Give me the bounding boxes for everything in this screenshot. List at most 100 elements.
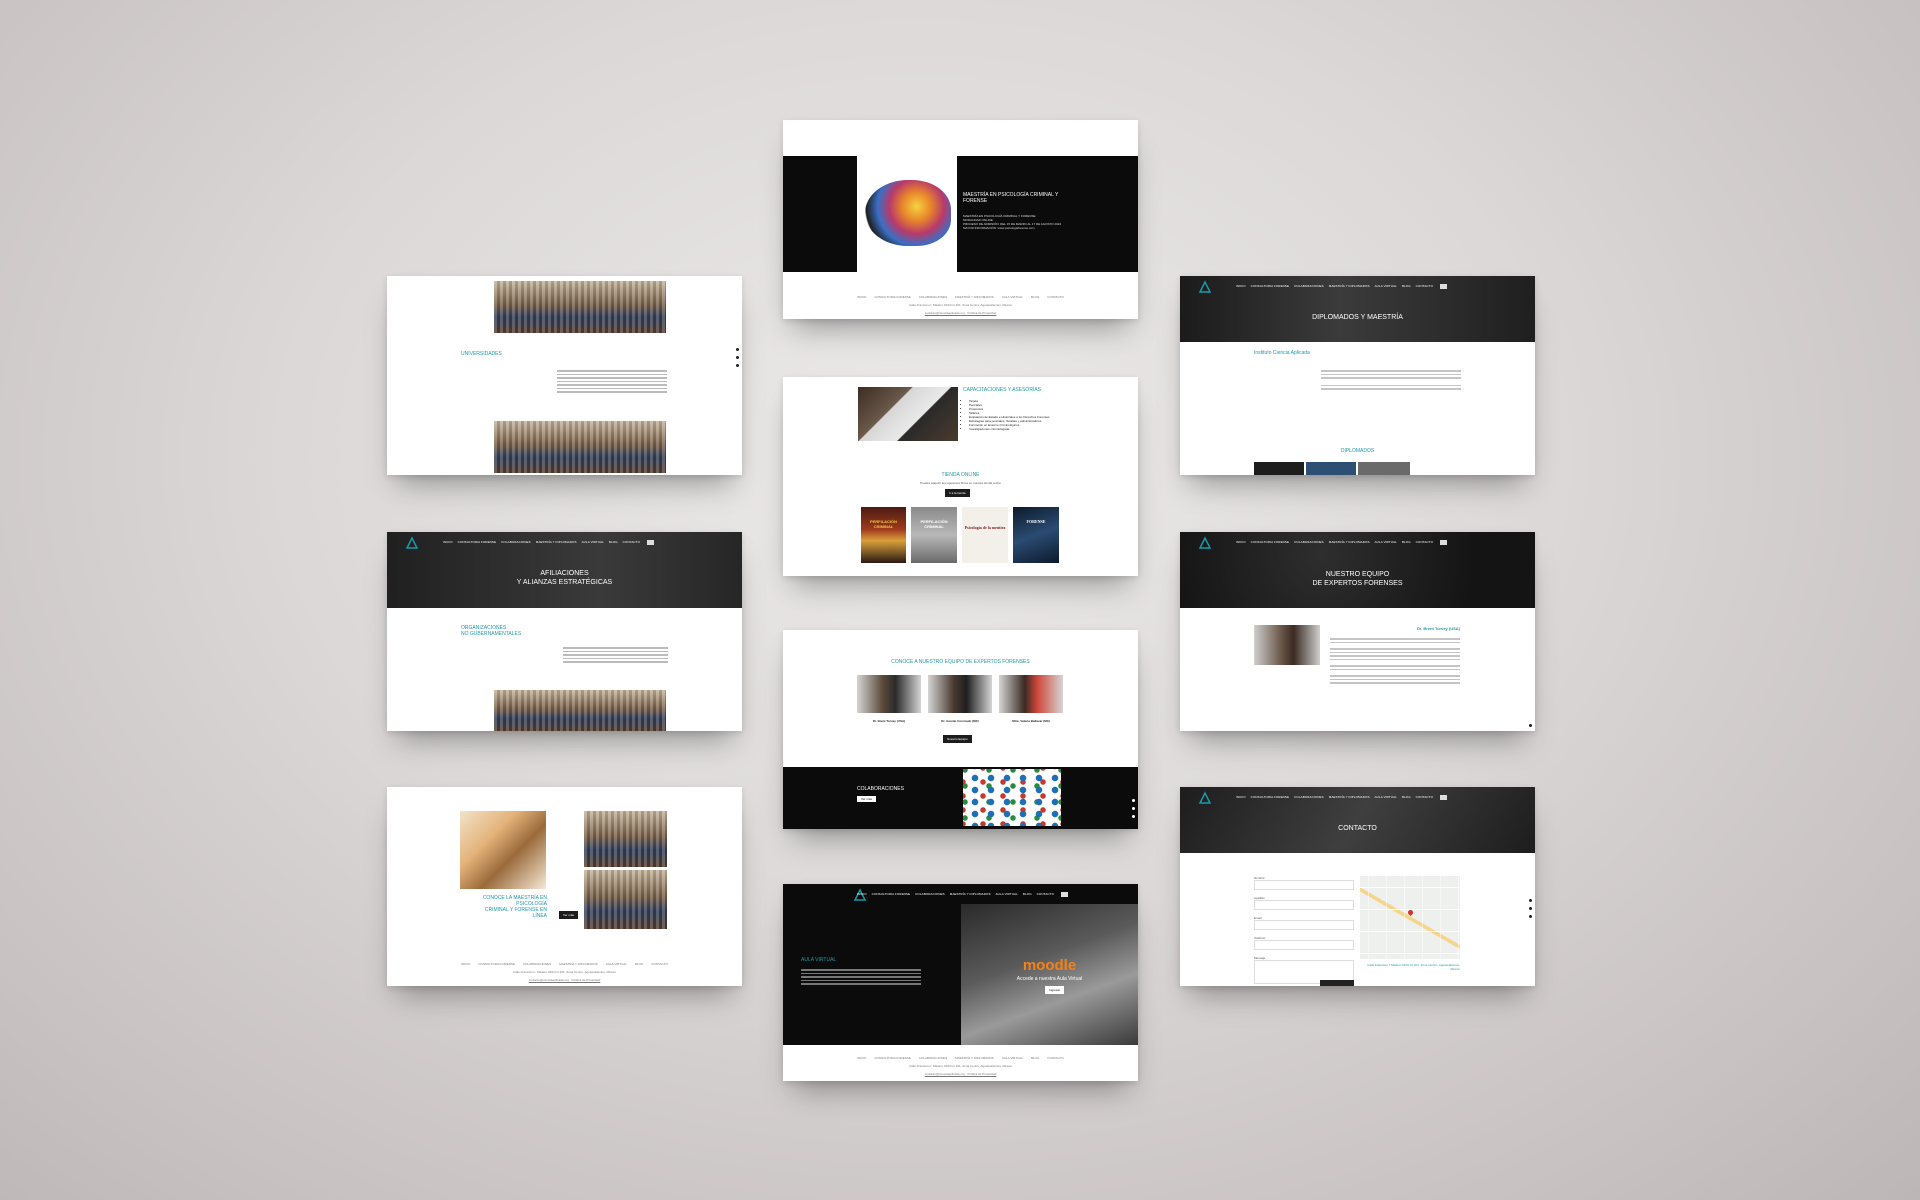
expert-photo[interactable] (999, 675, 1063, 713)
slider-dot[interactable] (1132, 807, 1135, 810)
expert-name: Mtra. Valeria Baltazar (MX) (1012, 719, 1050, 723)
slider-dot[interactable] (736, 364, 739, 367)
footer-email[interactable]: contacto@cienciaaplicada.org · Política … (387, 978, 742, 982)
nav-item[interactable]: INICIO (1236, 795, 1246, 799)
login-button[interactable]: Ingresar (1045, 986, 1065, 994)
slider-dot[interactable] (1529, 899, 1532, 902)
nav-item[interactable]: AULA VIRTUAL (582, 540, 604, 544)
nav-item[interactable]: INICIO (443, 540, 453, 544)
collab-button[interactable]: Ver más (857, 796, 877, 802)
more-button[interactable]: Ver más (559, 911, 579, 919)
name-input[interactable] (1254, 880, 1354, 890)
footer-link[interactable]: COLABORACIONES (523, 962, 551, 966)
nav-item[interactable]: AULA VIRTUAL (996, 892, 1018, 896)
nav-item[interactable]: BLOG (609, 540, 618, 544)
slider-dot[interactable] (1132, 815, 1135, 818)
footer-link[interactable]: COLABORACIONES (919, 1056, 947, 1060)
course-thumbnail[interactable] (1254, 462, 1304, 475)
language-switch[interactable] (1440, 539, 1447, 545)
submit-button[interactable] (1320, 980, 1354, 986)
aula-text (801, 967, 921, 987)
course-thumbnail[interactable] (1358, 462, 1410, 475)
nav-item[interactable]: MAESTRÍA Y DIPLOMADOS (1329, 795, 1370, 799)
slider-dot[interactable] (1132, 799, 1135, 802)
nav-item[interactable]: COLABORACIONES (915, 892, 945, 896)
scroll-up-icon[interactable] (1529, 724, 1532, 727)
footer-link[interactable]: BLOG (635, 962, 643, 966)
expert-photo[interactable] (928, 675, 992, 713)
nav-item[interactable]: CONTACTO (1416, 540, 1433, 544)
book-cover[interactable]: PERFILACIÓN CRIMINAL (861, 507, 906, 563)
footer-link[interactable]: MAESTRÍA Y DIPLOMADOS (955, 295, 994, 299)
email-input[interactable] (1254, 920, 1354, 930)
slider-dot[interactable] (1529, 915, 1532, 918)
footer-link[interactable]: CONTACTO (651, 962, 668, 966)
nav-item[interactable]: INICIO (1236, 284, 1246, 288)
nav-item[interactable]: CONTACTO (1416, 795, 1433, 799)
footer-link[interactable]: MAESTRÍA Y DIPLOMADOS (559, 962, 598, 966)
nav-item[interactable]: CONSULTORIA FORENSE (1251, 540, 1289, 544)
nav-item[interactable]: INICIO (1236, 540, 1246, 544)
footer-link[interactable]: CONTACTO (1047, 295, 1064, 299)
map-embed[interactable] (1360, 876, 1460, 959)
footer-link[interactable]: CONTACTO (1047, 1056, 1064, 1060)
nav-item[interactable]: CONTACTO (1037, 892, 1054, 896)
footer-link[interactable]: CONSULTORIA FORENSE (874, 295, 911, 299)
slider-dot[interactable] (1529, 907, 1532, 910)
nav-item[interactable]: MAESTRÍA Y DIPLOMADOS (1329, 540, 1370, 544)
footer-link[interactable]: COLABORACIONES (919, 295, 947, 299)
footer-link[interactable]: INICIO (857, 1056, 866, 1060)
nav-item[interactable]: CONSULTORIA FORENSE (1251, 795, 1289, 799)
language-switch[interactable] (1061, 891, 1068, 897)
footer-link[interactable]: BLOG (1031, 295, 1039, 299)
nav-item[interactable]: BLOG (1402, 284, 1411, 288)
nav-item[interactable]: CONSULTORIA FORENSE (872, 892, 910, 896)
store-button[interactable]: Ir a la tienda (945, 489, 970, 497)
lastname-input[interactable] (1254, 900, 1354, 910)
footer-address: Calle Francisco I. Madero #103 Int 201, … (908, 303, 1013, 307)
footer-email[interactable]: contacto@cienciaaplicada.org · Política … (783, 1072, 1138, 1076)
book-cover[interactable]: Psicología de la mentira (962, 507, 1008, 563)
footer-email[interactable]: contacto@cienciaaplicada.org · Política … (783, 311, 1138, 315)
footer-link[interactable]: BLOG (1031, 1056, 1039, 1060)
team-button[interactable]: Nuestro Equipo (943, 735, 972, 743)
expert-photo[interactable] (857, 675, 921, 713)
nav-item[interactable]: MAESTRÍA Y DIPLOMADOS (536, 540, 577, 544)
classroom-photo (584, 870, 667, 929)
nav-item[interactable]: CONSULTORIA FORENSE (458, 540, 496, 544)
nav-item[interactable]: BLOG (1023, 892, 1032, 896)
language-switch[interactable] (1440, 794, 1447, 800)
language-switch[interactable] (1440, 283, 1447, 289)
nav-item[interactable]: CONTACTO (623, 540, 640, 544)
footer-link[interactable]: INICIO (857, 295, 866, 299)
main-nav: INICIO CONSULTORIA FORENSE COLABORACIONE… (1180, 276, 1535, 296)
nav-item[interactable]: MAESTRÍA Y DIPLOMADOS (950, 892, 991, 896)
book-cover[interactable]: FORENSE (1013, 507, 1059, 563)
nav-item[interactable]: BLOG (1402, 540, 1411, 544)
nav-item[interactable]: AULA VIRTUAL (1375, 284, 1397, 288)
footer-link[interactable]: INICIO (461, 962, 470, 966)
nav-item[interactable]: COLABORACIONES (501, 540, 531, 544)
nav-item[interactable]: AULA VIRTUAL (1375, 540, 1397, 544)
nav-item[interactable]: CONSULTORIA FORENSE (1251, 284, 1289, 288)
nav-item[interactable]: BLOG (1402, 795, 1411, 799)
slider-dot[interactable] (736, 348, 739, 351)
footer-link[interactable]: CONSULTORIA FORENSE (874, 1056, 911, 1060)
footer-link[interactable]: AULA VIRTUAL (606, 962, 627, 966)
footer-link[interactable]: MAESTRÍA Y DIPLOMADOS (955, 1056, 994, 1060)
nav-item[interactable]: MAESTRÍA Y DIPLOMADOS (1329, 284, 1370, 288)
nav-item[interactable]: INICIO (857, 892, 867, 896)
footer-link[interactable]: CONSULTORIA FORENSE (478, 962, 515, 966)
footer-link[interactable]: AULA VIRTUAL (1002, 1056, 1023, 1060)
footer-link[interactable]: AULA VIRTUAL (1002, 295, 1023, 299)
nav-item[interactable]: AULA VIRTUAL (1375, 795, 1397, 799)
slider-dot[interactable] (736, 356, 739, 359)
phone-input[interactable] (1254, 940, 1354, 950)
nav-item[interactable]: COLABORACIONES (1294, 284, 1324, 288)
nav-item[interactable]: CONTACTO (1416, 284, 1433, 288)
language-switch[interactable] (647, 539, 654, 545)
book-cover[interactable]: PERFILACIÓN CRIMINAL (911, 507, 957, 563)
course-thumbnail[interactable] (1306, 462, 1356, 475)
nav-item[interactable]: COLABORACIONES (1294, 795, 1324, 799)
nav-item[interactable]: COLABORACIONES (1294, 540, 1324, 544)
